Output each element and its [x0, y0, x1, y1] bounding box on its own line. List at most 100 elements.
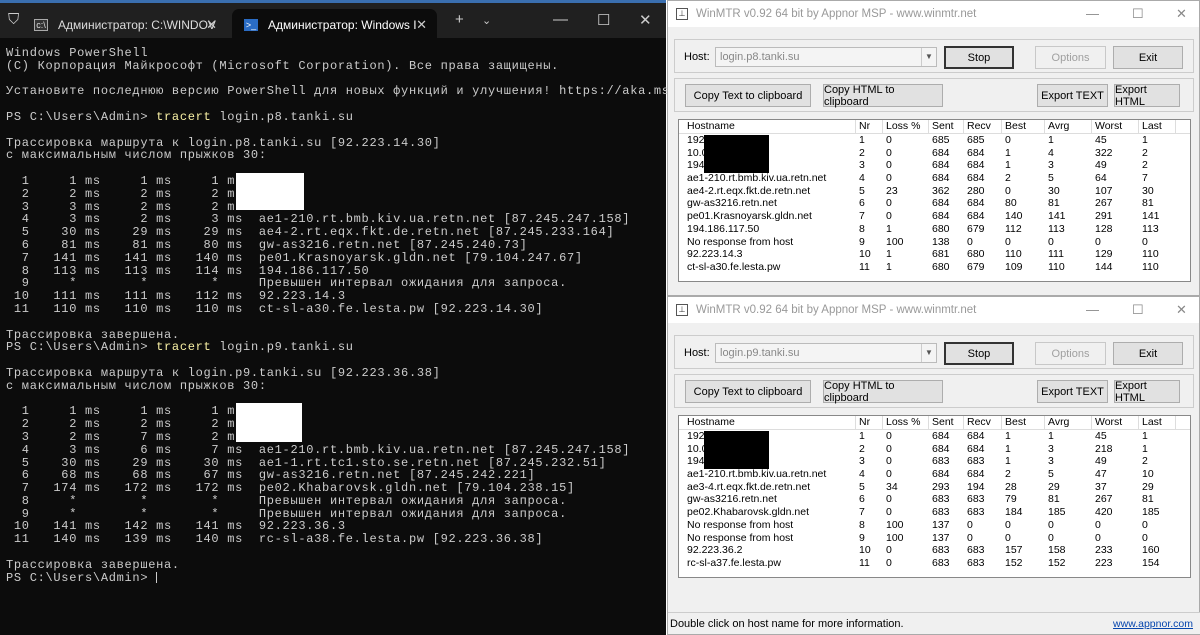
cell: 29 [1048, 480, 1060, 493]
maximize-icon[interactable]: ☐ [1132, 6, 1144, 22]
new-tab-icon[interactable]: + [455, 11, 464, 28]
cell: 683 [932, 544, 950, 557]
cell: 9 [859, 235, 865, 248]
column-header[interactable]: Last [1139, 416, 1176, 430]
column-header[interactable]: Worst [1092, 120, 1139, 134]
cell: No response from host [687, 235, 794, 248]
cell: 1 [1142, 430, 1148, 442]
maximize-icon[interactable]: ☐ [1132, 302, 1144, 318]
export-text-button[interactable]: Export TEXT [1037, 84, 1108, 107]
exit-button[interactable]: Exit [1113, 46, 1183, 69]
appnor-link[interactable]: www.appnor.com [1113, 618, 1193, 630]
cell: 684 [932, 159, 950, 172]
host-input[interactable]: login.p8.tanki.su ▼ [715, 47, 937, 67]
cell: 113 [1142, 222, 1159, 235]
table-row[interactable]: gw-as3216.retn.net 6 0 683 683 79 81 267 81 [679, 493, 1190, 506]
terminal-line: 2 2 ms 2 ms 2 ms 10.0 [6, 417, 291, 432]
table-row[interactable]: ae1-210.rt.bmb.kiv.ua.retn.net 4 0 684 684 2 5… [679, 468, 1190, 481]
chevron-down-icon[interactable]: ▼ [921, 344, 936, 362]
table-row[interactable]: ae4-2.rt.eqx.fkt.de.retn.net 5 23 362 280 0 30… [679, 185, 1190, 198]
cell: 4 [1048, 146, 1054, 159]
cell: ct-sl-a30.fe.lesta.pw [687, 260, 781, 273]
column-header[interactable]: Recv [964, 416, 1002, 430]
cell: 223 [1095, 556, 1113, 569]
cell: ae1-210.rt.bmb.kiv.ua.retn.net [687, 172, 827, 185]
tab-powershell[interactable]: >_ Администратор: Windows I ✕ [232, 9, 437, 41]
column-header[interactable]: Sent [929, 416, 964, 430]
tab-cmd[interactable]: c:\ Администратор: C:\WINDOV ✕ [22, 9, 227, 41]
cell: 0 [886, 544, 892, 557]
results-table[interactable]: Hostname Nr Loss % Sent Recv Best Avrg Worst Las… [678, 119, 1191, 282]
cell: ae1-210.rt.bmb.kiv.ua.retn.net [687, 468, 827, 481]
export-html-button[interactable]: Export HTML [1114, 84, 1180, 108]
close-window-icon[interactable]: ✕ [1176, 6, 1187, 22]
cell: 5 [1048, 468, 1054, 481]
table-row[interactable]: pe01.Krasnoyarsk.gldn.net 7 0 684 684 140 141 2… [679, 210, 1190, 223]
tab-label: Администратор: C:\WINDOV [58, 18, 216, 32]
column-header[interactable]: Last [1139, 120, 1176, 134]
minimize-icon[interactable]: — [553, 11, 568, 28]
cell: 684 [967, 172, 985, 185]
table-row[interactable]: ae3-4.rt.eqx.fkt.de.retn.net 5 34 293 194 28 2… [679, 481, 1190, 494]
cell: 683 [932, 455, 950, 468]
column-header[interactable]: Nr [856, 416, 883, 430]
cell: 137 [932, 518, 950, 531]
copy-text-button[interactable]: Copy Text to clipboard [685, 380, 811, 403]
export-text-button[interactable]: Export TEXT [1037, 380, 1108, 403]
column-header[interactable]: Best [1002, 416, 1045, 430]
table-row[interactable]: No response from host 9 100 138 0 0 0 0 0 [679, 236, 1190, 249]
cell: 5 [859, 184, 865, 197]
stop-button[interactable]: Stop [944, 46, 1014, 69]
table-row[interactable]: No response from host 8 100 137 0 0 0 0 0 [679, 519, 1190, 532]
cell: 2 [859, 442, 865, 455]
options-button[interactable]: Options [1035, 342, 1106, 365]
close-window-icon[interactable]: ✕ [1176, 302, 1187, 318]
copy-html-button[interactable]: Copy HTML to clipboard [823, 380, 943, 404]
table-row[interactable]: rc-sl-a37.fe.lesta.pw 11 0 683 683 152 152 223 1… [679, 557, 1190, 570]
column-header[interactable]: Loss % [883, 416, 929, 430]
minimize-icon[interactable]: — [1086, 6, 1099, 21]
column-header[interactable]: Best [1002, 120, 1045, 134]
close-tab-icon[interactable]: ✕ [416, 17, 427, 33]
minimize-icon[interactable]: — [1086, 302, 1099, 317]
results-table[interactable]: Hostname Nr Loss % Sent Recv Best Avrg Worst Las… [678, 415, 1191, 578]
terminal-line: PS C:\Users\Admin> tracert login.p8.tank… [6, 111, 749, 124]
cell: 8 [859, 222, 865, 235]
copy-html-button[interactable]: Copy HTML to clipboard [823, 84, 943, 108]
chevron-down-icon[interactable]: ▼ [921, 48, 936, 66]
table-row[interactable]: No response from host 9 100 137 0 0 0 0 0 [679, 532, 1190, 545]
column-header[interactable]: Sent [929, 120, 964, 134]
column-header[interactable]: Hostname [684, 416, 856, 430]
copy-text-button[interactable]: Copy Text to clipboard [685, 84, 811, 107]
table-row[interactable]: pe02.Khabarovsk.gldn.net 7 0 683 683 184 185 42… [679, 506, 1190, 519]
column-header[interactable]: Avrg [1045, 120, 1092, 134]
column-header[interactable]: Hostname [684, 120, 856, 134]
table-row[interactable]: ct-sl-a30.fe.lesta.pw 11 1 680 679 109 110 144 1… [679, 261, 1190, 274]
export-html-button[interactable]: Export HTML [1114, 380, 1180, 404]
column-header[interactable]: Nr [856, 120, 883, 134]
column-header[interactable]: Loss % [883, 120, 929, 134]
table-row[interactable]: gw-as3216.retn.net 6 0 684 684 80 81 267 81 [679, 197, 1190, 210]
cell: 100 [886, 235, 904, 248]
table-row[interactable]: ae1-210.rt.bmb.kiv.ua.retn.net 4 0 684 684 2 5… [679, 172, 1190, 185]
column-header[interactable]: Avrg [1045, 416, 1092, 430]
cell: 113 [1048, 222, 1065, 235]
table-row[interactable]: 92.223.14.3 10 1 681 680 110 111 129 110 [679, 248, 1190, 261]
cell: 0 [1005, 134, 1011, 146]
stop-button[interactable]: Stop [944, 342, 1014, 365]
column-header[interactable]: Worst [1092, 416, 1139, 430]
terminal-line: Windows PowerShell [6, 46, 149, 60]
terminal-output[interactable]: Windows PowerShell (C) Корпорация Майкрос… [6, 47, 749, 584]
cell: gw-as3216.retn.net [687, 493, 777, 506]
maximize-icon[interactable]: ☐ [597, 11, 610, 29]
cell: 684 [932, 468, 950, 481]
host-input[interactable]: login.p9.tanki.su ▼ [715, 343, 937, 363]
exit-button[interactable]: Exit [1113, 342, 1183, 365]
close-tab-icon[interactable]: ✕ [206, 17, 217, 33]
close-window-icon[interactable]: ✕ [639, 11, 652, 29]
options-button[interactable]: Options [1035, 46, 1106, 69]
table-row[interactable]: 92.223.36.2 10 0 683 683 157 158 233 160 [679, 544, 1190, 557]
column-header[interactable]: Recv [964, 120, 1002, 134]
table-row[interactable]: 194.186.117.50 8 1 680 679 112 113 128 113 [679, 223, 1190, 236]
chevron-down-icon[interactable]: ⌄ [482, 14, 491, 27]
